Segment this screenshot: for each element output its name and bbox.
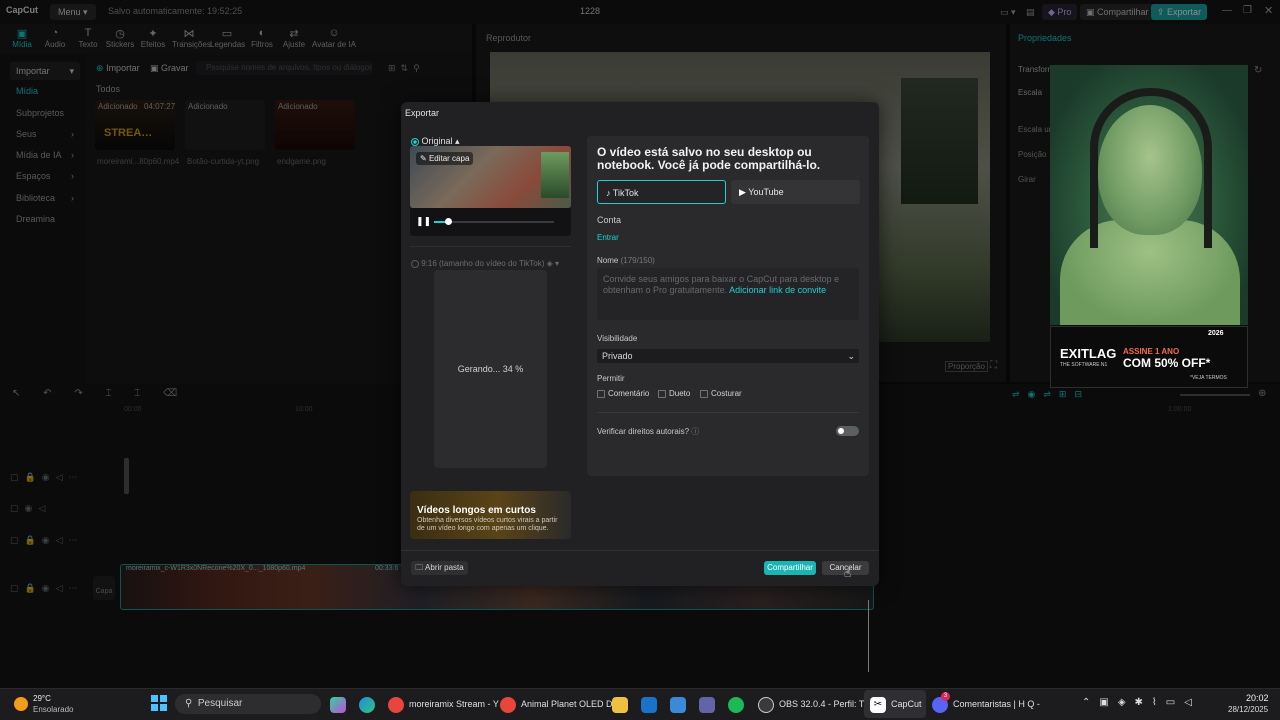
- divider: [401, 550, 879, 551]
- search-icon: ⚲: [185, 698, 193, 709]
- tiktok-icon: ♪: [606, 188, 611, 198]
- taskbar-search[interactable]: ⚲ Pesquisar: [175, 694, 321, 714]
- folder-icon[interactable]: [612, 696, 633, 713]
- login-link[interactable]: Entrar: [597, 233, 619, 242]
- comment-checkbox[interactable]: Comentário: [597, 389, 649, 398]
- open-folder-button[interactable]: 🗀 Abrir pasta: [411, 561, 468, 575]
- pause-icon[interactable]: ❚❚: [416, 216, 431, 227]
- checkbox-icon: [700, 389, 708, 398]
- ad-brand: EXITLAG: [1060, 346, 1117, 361]
- notification-badge: 3: [941, 692, 950, 701]
- ad-year: 2026: [1208, 330, 1224, 337]
- windows-start-icon[interactable]: [151, 695, 167, 711]
- folder-icon: 🗀: [415, 563, 424, 572]
- promo-title: Vídeos longos em curtos: [417, 505, 536, 516]
- copyright-label: Verificar direitos autorais? ⓘ: [597, 427, 700, 436]
- checkbox-icon: [597, 389, 605, 398]
- saved-headline: O vídeo está salvo no seu desktop ou not…: [597, 145, 821, 172]
- store-icon[interactable]: [670, 696, 691, 713]
- preview-webcam-thumb: [541, 152, 569, 198]
- obs-icon: [758, 696, 774, 713]
- weather-temp[interactable]: 29°C: [33, 694, 51, 703]
- youtube-button[interactable]: ▶ YouTube: [731, 180, 860, 204]
- name-label: Nome (179/150): [597, 256, 655, 265]
- preview-seek-handle[interactable]: [445, 218, 452, 225]
- ad-terms: *VEJA TERMOS: [1190, 375, 1227, 381]
- account-label: Conta: [597, 215, 622, 225]
- visibility-label: Visibilidade: [597, 334, 638, 343]
- edit-cover-button[interactable]: ✎ Editar capa: [416, 152, 474, 165]
- checkbox-icon: [658, 389, 666, 398]
- info-icon[interactable]: ⓘ: [691, 427, 699, 436]
- stitch-checkbox[interactable]: Costurar: [700, 389, 742, 398]
- invite-link[interactable]: Adicionar link de convite: [729, 285, 826, 295]
- clock-date[interactable]: 28/12/2025: [1228, 705, 1268, 714]
- ad-subtitle: THE SOFTWARE N1: [1060, 362, 1108, 368]
- allow-label: Permitir: [597, 374, 625, 383]
- weather-desc[interactable]: Ensolarado: [33, 705, 73, 714]
- generating-status: Gerando... 34 %: [457, 364, 524, 374]
- taskbar-app[interactable]: ✂ CapCut: [870, 696, 922, 713]
- edge-icon[interactable]: [359, 696, 380, 713]
- tiktok-button[interactable]: ♪ TikTok: [597, 180, 726, 204]
- spotify-icon[interactable]: [728, 696, 749, 713]
- name-counter: (179/150): [620, 256, 655, 265]
- divider: [597, 412, 859, 413]
- taskbar-app[interactable]: OBS 32.0.4 - Perfil: Tw: [758, 696, 870, 713]
- headset-icon: [1090, 88, 1212, 248]
- chrome-icon: [388, 696, 404, 713]
- radio-icon: [411, 137, 419, 146]
- clock-time[interactable]: 20:02: [1246, 693, 1269, 703]
- tiktok-size-option[interactable]: 9:16 (tamanho do vídeo do TikTok) ◈ ▾: [411, 259, 559, 268]
- capcut-icon: ✂: [870, 696, 886, 713]
- sun-icon: [14, 697, 28, 711]
- taskbar-app[interactable]: moreiramix Stream - Y: [388, 696, 499, 713]
- promo-description: Obtenha diversos vídeos curtos virais a …: [417, 517, 558, 532]
- ad-line2: COM 50% OFF*: [1123, 356, 1211, 370]
- teams-icon[interactable]: [699, 696, 720, 713]
- duet-checkbox[interactable]: Dueto: [658, 389, 690, 398]
- ad-line1: ASSINE 1 ANO: [1123, 347, 1180, 356]
- preview-seekbar[interactable]: [434, 221, 554, 223]
- name-textarea[interactable]: Convide seus amigos para baixar o CapCut…: [597, 268, 859, 320]
- taskbar-app[interactable]: Animal Planet OLED D: [500, 696, 613, 713]
- chrome-icon: [500, 696, 516, 713]
- divider: [410, 246, 571, 247]
- mouse-cursor-icon: ☝: [844, 566, 852, 580]
- copilot-icon[interactable]: [330, 696, 351, 713]
- system-tray[interactable]: ⌃▣◈✱⌇▭◁: [1082, 697, 1201, 708]
- youtube-icon: ▶: [739, 187, 746, 197]
- outlook-icon[interactable]: [641, 696, 662, 713]
- radio-icon: [411, 259, 419, 268]
- visibility-select[interactable]: Privado ⌄: [597, 349, 859, 363]
- share-button[interactable]: Compartilhar: [764, 561, 816, 575]
- copyright-toggle[interactable]: [836, 426, 859, 436]
- dialog-title: Exportar: [405, 108, 440, 118]
- chevron-down-icon: ⌄: [847, 351, 855, 361]
